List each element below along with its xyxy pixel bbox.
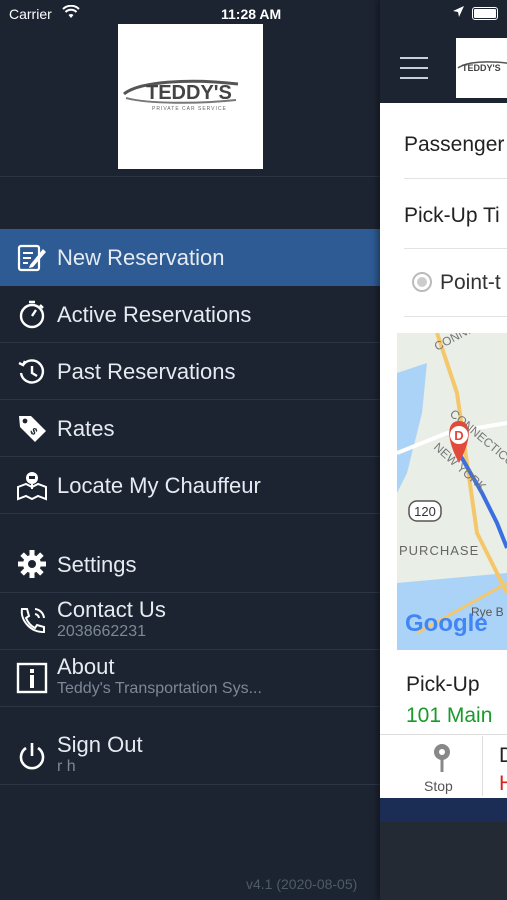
- menu-label: Locate My Chauffeur: [57, 473, 261, 498]
- pickup-time-label: Pick-Up Ti: [404, 204, 500, 227]
- google-attribution: Google: [405, 610, 488, 637]
- wifi-icon: [62, 4, 80, 22]
- dropoff-label-fragment: D: [499, 744, 507, 767]
- menu-item-settings[interactable]: Settings: [0, 536, 380, 593]
- menu-item-active-reservations[interactable]: Active Reservations: [0, 286, 380, 343]
- account-menu: Sign Out r h: [0, 728, 380, 785]
- menu-label: Contact Us: [57, 597, 166, 622]
- menu-label: Sign Out: [57, 732, 143, 757]
- pickup-label: Pick-Up: [406, 673, 480, 696]
- route-map[interactable]: 120 PURCHASE CONNECTICUT CONNECTICUT NEW…: [397, 333, 507, 650]
- menu-item-sign-out[interactable]: Sign Out r h: [0, 728, 380, 785]
- signed-in-user: r h: [57, 758, 76, 775]
- header-logo: TEDDY'S: [456, 38, 507, 98]
- reservation-screen: TEDDY'S Passenger Pick-Up Ti Point-t 120…: [380, 0, 507, 900]
- edit-document-icon: [16, 241, 48, 273]
- battery-icon: [472, 7, 498, 20]
- map-chauffeur-icon: [16, 469, 48, 501]
- menu-label: Past Reservations: [57, 359, 236, 384]
- divider: [0, 176, 380, 177]
- about-company-name: Teddy's Transportation Sys...: [57, 680, 262, 697]
- secondary-menu: Settings Contact Us 2038662231 About Ted…: [0, 536, 380, 707]
- action-strip: [380, 798, 507, 822]
- phone-icon: [16, 605, 48, 637]
- menu-label: Rates: [57, 416, 115, 441]
- add-stop-label[interactable]: Stop: [424, 778, 453, 794]
- menu-label: About: [57, 654, 115, 679]
- add-stop-icon[interactable]: [424, 742, 460, 777]
- divider: [482, 736, 483, 796]
- menu-item-new-reservation[interactable]: New Reservation: [0, 229, 380, 286]
- pickup-address[interactable]: 101 Main: [406, 704, 492, 728]
- location-arrow-icon: [452, 5, 465, 21]
- clock: 11:28 AM: [221, 6, 282, 22]
- carrier-label: Carrier: [9, 6, 52, 22]
- menu-item-past-reservations[interactable]: Past Reservations: [0, 343, 380, 400]
- app-version: v4.1 (2020-08-05): [246, 876, 358, 892]
- trip-type-label: Point-t: [440, 271, 501, 294]
- main-footer: [380, 822, 507, 900]
- menu-item-about[interactable]: About Teddy's Transportation Sys...: [0, 650, 380, 707]
- menu-label: Active Reservations: [57, 302, 252, 327]
- logo-text: TEDDY'S: [146, 82, 232, 104]
- menu-label: Settings: [57, 552, 137, 577]
- status-bar: Carrier 11:28 AM: [0, 0, 507, 28]
- stopwatch-icon: [16, 298, 48, 330]
- brand-logo: TEDDY'S PRIVATE CAR SERVICE: [118, 24, 263, 169]
- contact-phone-number: 2038662231: [57, 623, 146, 640]
- menu-item-locate-chauffeur[interactable]: Locate My Chauffeur: [0, 457, 380, 514]
- header-logo-text: TEDDY'S: [462, 63, 501, 73]
- info-icon: [16, 662, 48, 694]
- primary-menu: New Reservation Active Reservations Past…: [0, 229, 380, 514]
- side-menu: TEDDY'S PRIVATE CAR SERVICE New Reservat…: [0, 0, 380, 900]
- price-tag-icon: $: [16, 412, 48, 444]
- trip-type-option[interactable]: Point-t: [404, 249, 507, 317]
- passenger-label: Passenger: [404, 133, 505, 156]
- pickup-time-field[interactable]: Pick-Up Ti: [404, 179, 507, 249]
- menu-toggle-icon[interactable]: [400, 57, 428, 79]
- logo-subtext: PRIVATE CAR SERVICE: [152, 106, 227, 112]
- route-shield-120: 120: [408, 500, 442, 522]
- power-icon: [16, 740, 48, 772]
- svg-text:120: 120: [414, 504, 436, 519]
- passenger-field[interactable]: Passenger: [404, 103, 507, 179]
- menu-item-rates[interactable]: $ Rates: [0, 400, 380, 457]
- map-label-purchase: PURCHASE: [399, 543, 479, 558]
- svg-text:D: D: [454, 428, 463, 443]
- gear-icon: [16, 548, 48, 580]
- menu-item-contact-us[interactable]: Contact Us 2038662231: [0, 593, 380, 650]
- menu-label: New Reservation: [57, 245, 225, 270]
- dropoff-value-fragment: H: [499, 772, 507, 795]
- history-clock-icon: [16, 355, 48, 387]
- radio-button[interactable]: [412, 272, 432, 292]
